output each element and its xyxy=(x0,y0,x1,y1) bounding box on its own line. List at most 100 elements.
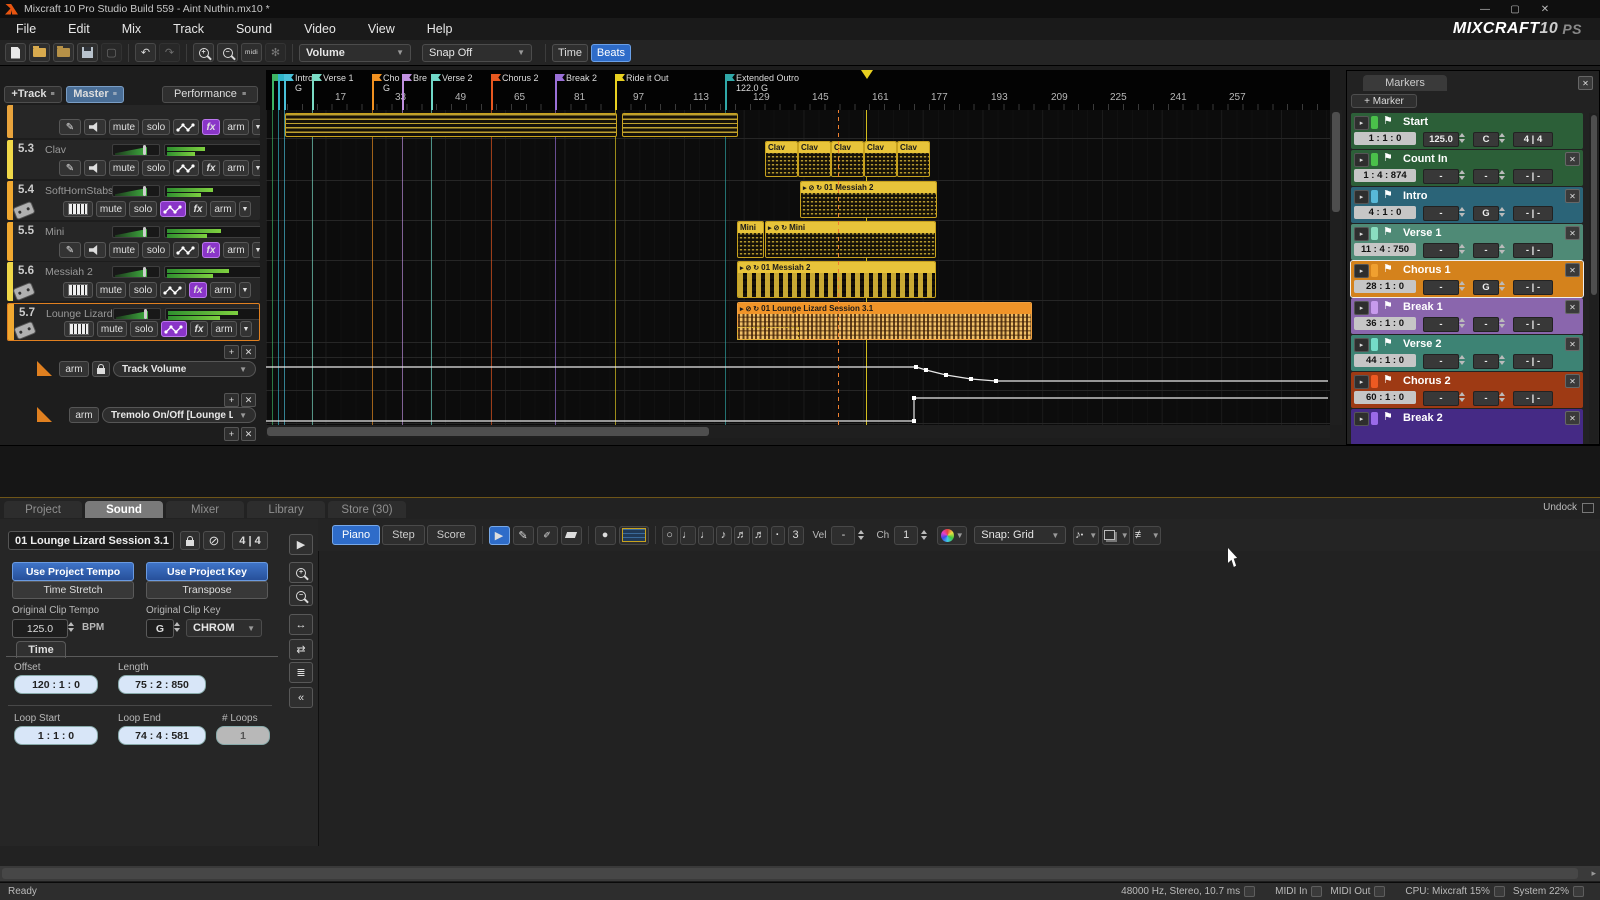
marker-tempo-field[interactable]: - xyxy=(1423,354,1459,369)
marker-entry-chorus-2[interactable]: ▸⚑Chorus 2✕60 : 1 : 0--- | - xyxy=(1351,372,1583,408)
menu-track[interactable]: Track xyxy=(157,22,220,36)
clip-clav[interactable]: Clav xyxy=(864,141,897,177)
marker-key-field[interactable]: - xyxy=(1473,354,1499,369)
marker-tempo-field[interactable]: - xyxy=(1423,169,1459,184)
track-header-5.4[interactable]: 5.4SoftHornStabsmutesolofxarm▼ xyxy=(7,181,260,220)
zoom-in-button[interactable]: + xyxy=(193,43,214,62)
marker-time-field[interactable]: 1 : 4 : 874 xyxy=(1354,169,1416,182)
marker-entry-count-in[interactable]: ▸⚑Count In✕1 : 4 : 874--- | - xyxy=(1351,150,1583,186)
marker-tempo-field[interactable]: 125.0 xyxy=(1423,132,1459,147)
lane-fold-triangle-icon[interactable] xyxy=(37,361,52,376)
markers-tab[interactable]: Markers xyxy=(1363,75,1447,91)
lane-arm-button[interactable]: arm xyxy=(59,361,89,377)
marker-expand-icon[interactable]: ▸ xyxy=(1354,190,1369,204)
note-draw-toggle[interactable]: ● xyxy=(595,526,616,545)
solo-button[interactable]: solo xyxy=(142,119,170,135)
marker-key-field[interactable]: G xyxy=(1473,280,1499,295)
arm-button[interactable]: arm xyxy=(223,160,249,176)
markers-close-icon[interactable]: ✕ xyxy=(1578,76,1593,90)
add-lane-icon[interactable]: ▼ xyxy=(1102,526,1130,545)
fx-button[interactable]: fx xyxy=(202,160,220,176)
minimize-button[interactable]: — xyxy=(1470,1,1500,17)
editor-tab-step[interactable]: Step xyxy=(382,525,425,545)
speaker-icon[interactable] xyxy=(84,160,106,176)
track-volume-slider[interactable] xyxy=(112,266,160,278)
marker-tempo-field[interactable]: - xyxy=(1423,243,1459,258)
export-button[interactable]: ▢ xyxy=(101,43,122,62)
marker-meter-field[interactable]: - | - xyxy=(1513,169,1553,184)
marker-color-swatch[interactable] xyxy=(1371,153,1378,166)
preview-play-button[interactable]: ▶ xyxy=(289,534,313,555)
tremolo-automation-curve[interactable] xyxy=(266,391,1330,424)
marker-entry-verse-2[interactable]: ▸⚑Verse 2✕44 : 1 : 0--- | - xyxy=(1351,335,1583,371)
marker-meter-field[interactable]: - | - xyxy=(1513,280,1553,295)
use-project-tempo-button[interactable]: Use Project Tempo xyxy=(12,562,134,581)
marker-entry-break-1[interactable]: ▸⚑Break 1✕36 : 1 : 0--- | - xyxy=(1351,298,1583,334)
lane-lock-icon[interactable] xyxy=(92,361,110,377)
marker-time-field[interactable]: 44 : 1 : 0 xyxy=(1354,354,1416,367)
zoom-out-button[interactable]: − xyxy=(217,43,238,62)
marker-key-field[interactable]: - xyxy=(1473,317,1499,332)
lock-icon[interactable] xyxy=(180,531,200,550)
pencil-tool-icon[interactable]: ✎ xyxy=(513,526,534,545)
piano-instrument-button[interactable] xyxy=(63,201,93,217)
eighth-note-icon[interactable]: ♪ xyxy=(716,526,732,545)
clip-mini[interactable]: ▸ ⊘ ↻Mini xyxy=(765,221,936,258)
loop-end-field[interactable]: 74 : 4 : 581 xyxy=(118,726,206,745)
marker-color-swatch[interactable] xyxy=(1371,264,1378,277)
clip-mini[interactable]: Mini xyxy=(737,221,764,258)
marker-meter-field[interactable]: - | - xyxy=(1513,243,1553,258)
solo-button[interactable]: solo xyxy=(129,201,157,217)
remove-lane-button[interactable]: ✕ xyxy=(241,427,256,441)
add-lane-button[interactable]: + xyxy=(224,345,239,359)
clip-01-messiah-2[interactable]: ▸ ⊘ ↻01 Messiah 2 xyxy=(737,261,936,298)
tab-library[interactable]: Library xyxy=(247,501,325,518)
automation-icon[interactable] xyxy=(173,119,199,135)
fx-button[interactable]: fx xyxy=(189,201,207,217)
draw-tool-icon[interactable]: ✎ xyxy=(59,119,81,135)
clip-clav[interactable]: Clav xyxy=(798,141,831,177)
marker-time-field[interactable]: 36 : 1 : 0 xyxy=(1354,317,1416,330)
snap-dropdown[interactable]: Snap Off▼ xyxy=(422,44,532,62)
time-stretch-button[interactable]: Time Stretch xyxy=(12,581,134,599)
sixteenth-note-icon[interactable]: ♬ xyxy=(734,526,750,545)
editor-zoom-out-button[interactable]: − xyxy=(289,585,313,606)
transpose-button[interactable]: Transpose xyxy=(146,581,268,599)
marker-meter-field[interactable]: - | - xyxy=(1513,206,1553,221)
automation-type-dropdown[interactable]: Volume▼ xyxy=(299,44,411,62)
menu-view[interactable]: View xyxy=(352,22,411,36)
track-volume-slider[interactable] xyxy=(113,308,161,320)
note-color-wheel-icon[interactable]: ▼ xyxy=(937,526,967,545)
marker-color-swatch[interactable] xyxy=(1371,116,1378,129)
beats-mode-button[interactable]: Beats xyxy=(591,44,631,62)
offset-field[interactable]: 120 : 1 : 0 xyxy=(14,675,98,694)
clip-clav[interactable]: Clav xyxy=(897,141,930,177)
marker-meter-field[interactable]: 4 | 4 xyxy=(1513,132,1553,147)
marker-color-swatch[interactable] xyxy=(1371,190,1378,203)
arm-button[interactable]: arm xyxy=(210,282,236,298)
lane-fold-triangle-icon[interactable] xyxy=(37,407,52,422)
track-menu-chevron-icon[interactable]: ▼ xyxy=(240,321,252,337)
mute-button[interactable]: mute xyxy=(97,321,127,337)
track-menu-chevron-icon[interactable]: ▼ xyxy=(239,282,251,298)
solo-button[interactable]: solo xyxy=(142,242,170,258)
speaker-icon[interactable] xyxy=(84,119,106,135)
marker-time-field[interactable]: 60 : 1 : 0 xyxy=(1354,391,1416,404)
clip-clav[interactable]: Clav xyxy=(831,141,864,177)
quarter-note-icon[interactable]: ♩ xyxy=(698,526,714,545)
grid-options-icon[interactable]: ≢▼ xyxy=(1133,526,1161,545)
marker-color-swatch[interactable] xyxy=(1371,412,1378,425)
marker-expand-icon[interactable]: ▸ xyxy=(1354,375,1369,389)
arrange-v-scrollbar[interactable] xyxy=(1330,110,1342,425)
editor-tab-piano[interactable]: Piano xyxy=(332,525,380,545)
tab-sound[interactable]: Sound xyxy=(85,501,163,518)
fit-horizontal-button[interactable]: ↔ xyxy=(289,614,313,635)
add-marker-button[interactable]: + Marker xyxy=(1351,94,1417,108)
marker-key-field[interactable]: - xyxy=(1473,169,1499,184)
undo-button[interactable]: ↶ xyxy=(135,43,156,62)
marker-meter-field[interactable]: - | - xyxy=(1513,391,1553,406)
fx-button[interactable]: fx xyxy=(190,321,208,337)
save-button[interactable] xyxy=(77,43,98,62)
orig-key-value[interactable]: G xyxy=(146,619,174,638)
automation-icon[interactable] xyxy=(160,282,186,298)
